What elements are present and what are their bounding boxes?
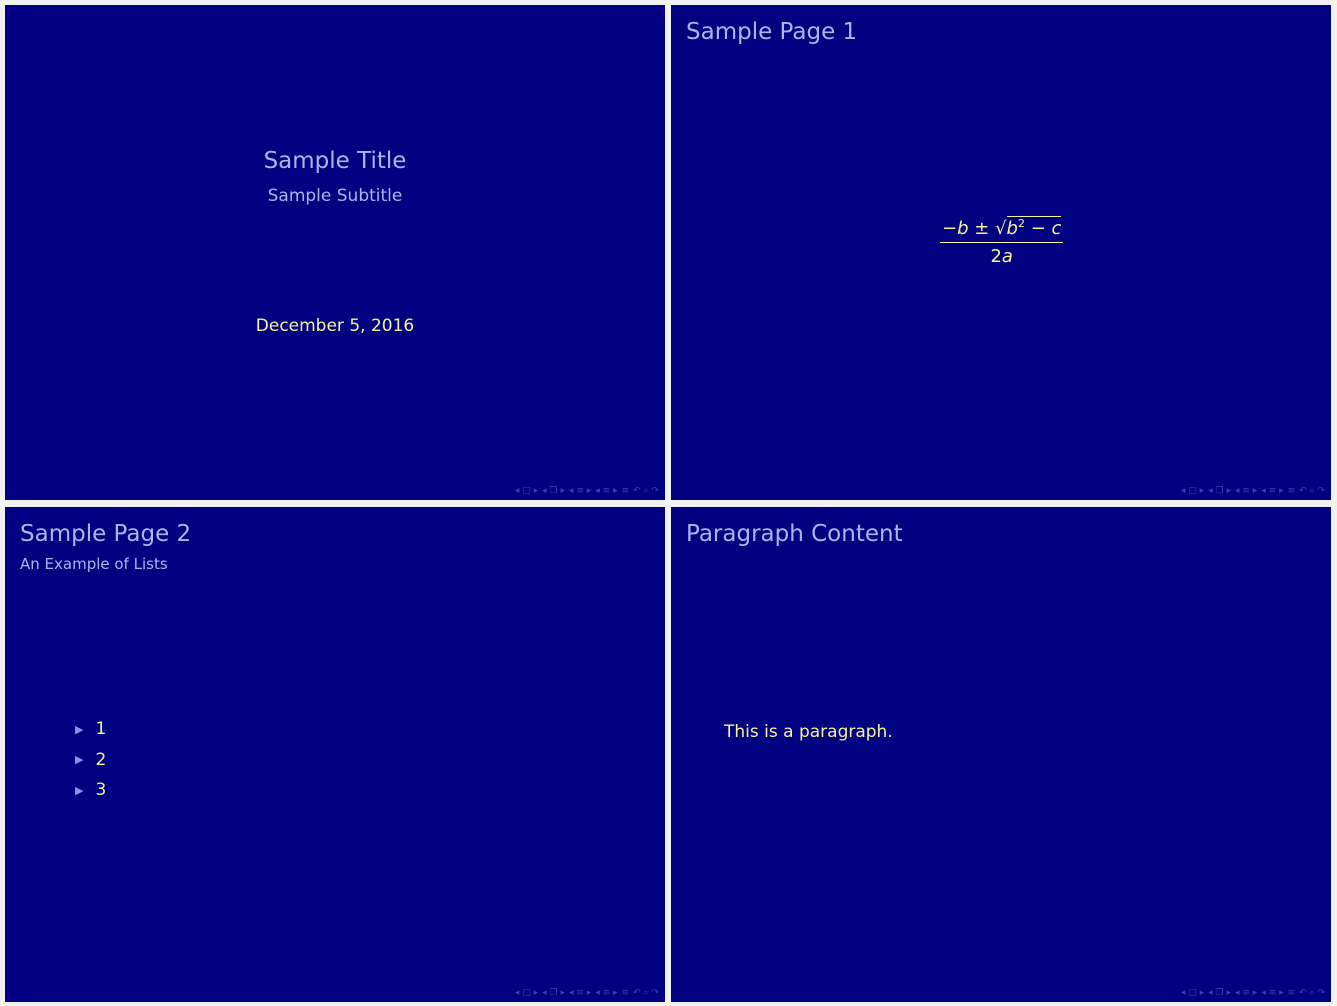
presentation-title: Sample Title [263, 148, 407, 174]
slide-sample-page-1: Sample Page 1 −b ± √b2 − c 2a ◂ □ ▸ ◂ ❐ … [671, 5, 1331, 500]
nav-doc-icon[interactable]: ◂ ≡ ▸ [1261, 988, 1283, 998]
nav-subsection-icon[interactable]: ◂ ❐ ▸ [1208, 988, 1231, 998]
nav-search-icon[interactable]: ↶ ⌕ ↷ [633, 486, 659, 496]
triangle-bullet-icon: ▶ [75, 753, 84, 767]
nav-subsection-icon[interactable]: ◂ ❐ ▸ [542, 486, 565, 496]
beamer-navigation[interactable]: ◂ □ ▸ ◂ ❐ ▸ ◂ ≡ ▸ ◂ ≡ ▸ ≡ ↶ ⌕ ↷ [515, 988, 659, 998]
presentation-date: December 5, 2016 [255, 316, 415, 336]
nav-doc-icon[interactable]: ◂ ≡ ▸ [595, 486, 617, 496]
list-item: ▶ 2 [75, 749, 107, 770]
nav-frame-icon[interactable]: ◂ □ ▸ [1181, 486, 1204, 496]
nav-toc-icon[interactable]: ≡ [1288, 988, 1296, 998]
nav-doc-icon[interactable]: ◂ ≡ ▸ [1261, 486, 1283, 496]
beamer-navigation[interactable]: ◂ □ ▸ ◂ ❐ ▸ ◂ ≡ ▸ ◂ ≡ ▸ ≡ ↶ ⌕ ↷ [1181, 486, 1325, 496]
item-list: ▶ 1 ▶ 2 ▶ 3 [75, 714, 106, 806]
sqrt-icon: √ [995, 218, 1007, 239]
nav-search-icon[interactable]: ↶ ⌕ ↷ [1299, 486, 1325, 496]
frame-title: Sample Page 2 [20, 521, 192, 547]
nav-frame-icon[interactable]: ◂ □ ▸ [1181, 988, 1204, 998]
quadratic-formula: −b ± √b2 − c 2a [940, 216, 1064, 267]
frame-title: Paragraph Content [686, 521, 903, 547]
slide-paragraph-content: Paragraph Content This is a paragraph. ◂… [671, 507, 1331, 1002]
nav-search-icon[interactable]: ↶ ⌕ ↷ [1299, 988, 1325, 998]
nav-section-icon[interactable]: ◂ ≡ ▸ [569, 486, 591, 496]
paragraph: This is a paragraph. [724, 722, 893, 742]
nav-search-icon[interactable]: ↶ ⌕ ↷ [633, 988, 659, 998]
nav-doc-icon[interactable]: ◂ ≡ ▸ [595, 988, 617, 998]
formula-numerator: −b ± √b2 − c [940, 216, 1064, 243]
frame-subtitle: An Example of Lists [20, 555, 168, 573]
nav-toc-icon[interactable]: ≡ [622, 988, 630, 998]
slide-sample-page-2: Sample Page 2 An Example of Lists ▶ 1 ▶ 2 … [5, 507, 665, 1002]
beamer-navigation[interactable]: ◂ □ ▸ ◂ ❐ ▸ ◂ ≡ ▸ ◂ ≡ ▸ ≡ ↶ ⌕ ↷ [515, 486, 659, 496]
nav-frame-icon[interactable]: ◂ □ ▸ [515, 486, 538, 496]
nav-toc-icon[interactable]: ≡ [622, 486, 630, 496]
nav-section-icon[interactable]: ◂ ≡ ▸ [1235, 486, 1257, 496]
slide-title: Sample Title Sample Subtitle December 5,… [5, 5, 665, 500]
nav-subsection-icon[interactable]: ◂ ❐ ▸ [542, 988, 565, 998]
formula-denominator: 2a [990, 246, 1013, 267]
list-item: ▶ 3 [75, 780, 107, 801]
nav-subsection-icon[interactable]: ◂ ❐ ▸ [1208, 486, 1231, 496]
nav-section-icon[interactable]: ◂ ≡ ▸ [1235, 988, 1257, 998]
beamer-navigation[interactable]: ◂ □ ▸ ◂ ❐ ▸ ◂ ≡ ▸ ◂ ≡ ▸ ≡ ↶ ⌕ ↷ [1181, 988, 1325, 998]
nav-frame-icon[interactable]: ◂ □ ▸ [515, 988, 538, 998]
frame-title: Sample Page 1 [686, 19, 858, 45]
list-item: ▶ 1 [75, 719, 107, 740]
triangle-bullet-icon: ▶ [75, 722, 84, 736]
nav-toc-icon[interactable]: ≡ [1288, 486, 1296, 496]
presentation-subtitle: Sample Subtitle [267, 186, 403, 206]
triangle-bullet-icon: ▶ [75, 783, 84, 797]
nav-section-icon[interactable]: ◂ ≡ ▸ [569, 988, 591, 998]
